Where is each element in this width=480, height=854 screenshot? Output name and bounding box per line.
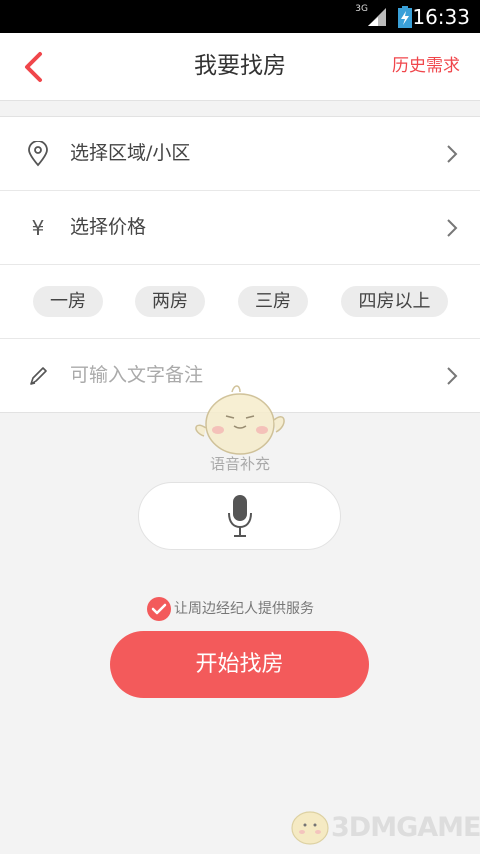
yen-icon: ¥ (31, 216, 45, 240)
room-option-2[interactable]: 两房 (135, 286, 205, 317)
price-select-row[interactable]: ¥ 选择价格 (0, 191, 480, 265)
search-form: 选择区域/小区 ¥ 选择价格 一房 两房 三房 四房以上 可输入文字备注 (0, 116, 480, 413)
room-option-1[interactable]: 一房 (33, 286, 103, 317)
top-nav: 我要找房 历史需求 (0, 33, 480, 101)
start-search-button[interactable]: 开始找房 (110, 631, 369, 698)
room-type-options: 一房 两房 三房 四房以上 (0, 265, 480, 339)
site-watermark: 3DMGAME (285, 800, 480, 854)
status-time: 16:33 (412, 5, 470, 29)
voice-supplement-label: 语音补充 (209, 455, 270, 473)
voice-input-button[interactable] (138, 482, 341, 550)
price-select-label: 选择价格 (70, 216, 147, 238)
mascot-bird-icon (195, 385, 285, 455)
chevron-right-icon (447, 367, 458, 385)
note-input-placeholder: 可输入文字备注 (70, 364, 204, 386)
area-select-row[interactable]: 选择区域/小区 (0, 117, 480, 191)
location-pin-icon (28, 141, 48, 167)
chevron-right-icon (447, 219, 458, 237)
checkbox-checked-icon[interactable] (146, 596, 172, 622)
pencil-icon (30, 367, 47, 385)
room-option-4[interactable]: 四房以上 (341, 286, 448, 317)
signal-icon (368, 8, 386, 26)
history-requests-link[interactable]: 历史需求 (392, 33, 460, 100)
chevron-right-icon (447, 145, 458, 163)
watermark-logo-icon (291, 811, 329, 845)
watermark-text: 3DMGAME (331, 812, 480, 843)
battery-charging-icon (398, 6, 412, 28)
room-option-3[interactable]: 三房 (238, 286, 308, 317)
status-bar: 3G 16:33 (0, 0, 480, 33)
microphone-icon (228, 495, 252, 537)
area-select-label: 选择区域/小区 (70, 142, 191, 164)
agreement-text: 让周边经纪人提供服务 (174, 601, 314, 617)
